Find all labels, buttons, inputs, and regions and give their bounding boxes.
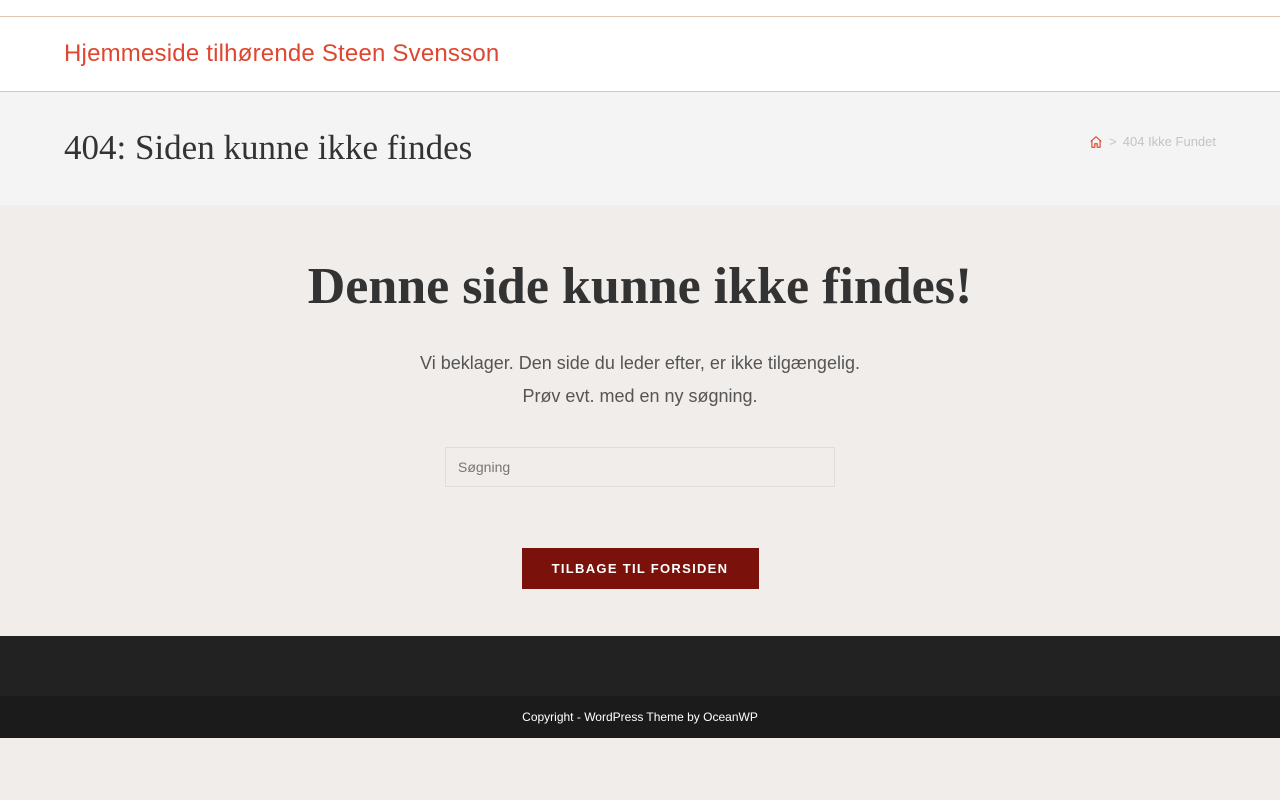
copyright-text: Copyright - [522,710,581,724]
main-content: Denne side kunne ikke findes! Vi beklage… [0,205,1280,636]
site-title-link[interactable]: Hjemmeside tilhørende Steen Svensson [64,40,499,68]
footer: Copyright - WordPress Theme by OceanWP [0,636,1280,738]
home-icon[interactable] [1089,135,1103,149]
back-to-home-button[interactable]: Tilbage til forsiden [521,548,759,589]
breadcrumb: > 404 Ikke Fundet [1089,134,1216,149]
search-input[interactable] [445,447,835,487]
footer-widgets [0,636,1280,696]
breadcrumb-separator: > [1109,134,1117,149]
site-header: Hjemmeside tilhørende Steen Svensson [0,17,1280,92]
top-bar [0,0,1280,17]
breadcrumb-current: 404 Ikke Fundet [1122,134,1216,149]
oceanwp-link[interactable]: OceanWP [703,710,758,724]
page-header: 404: Siden kunne ikke findes > 404 Ikke … [0,92,1280,205]
wordpress-theme-link[interactable]: WordPress Theme [584,710,684,724]
error-message-line-1: Vi beklager. Den side du leder efter, er… [420,353,860,373]
page-title: 404: Siden kunne ikke findes [64,127,473,167]
page-bottom-spacer [0,738,1280,799]
error-message-line-2: Prøv evt. med en ny søgning. [522,386,758,406]
by-text: by [687,710,700,724]
error-heading: Denne side kunne ikke findes! [307,258,973,315]
footer-bottom: Copyright - WordPress Theme by OceanWP [0,696,1280,738]
